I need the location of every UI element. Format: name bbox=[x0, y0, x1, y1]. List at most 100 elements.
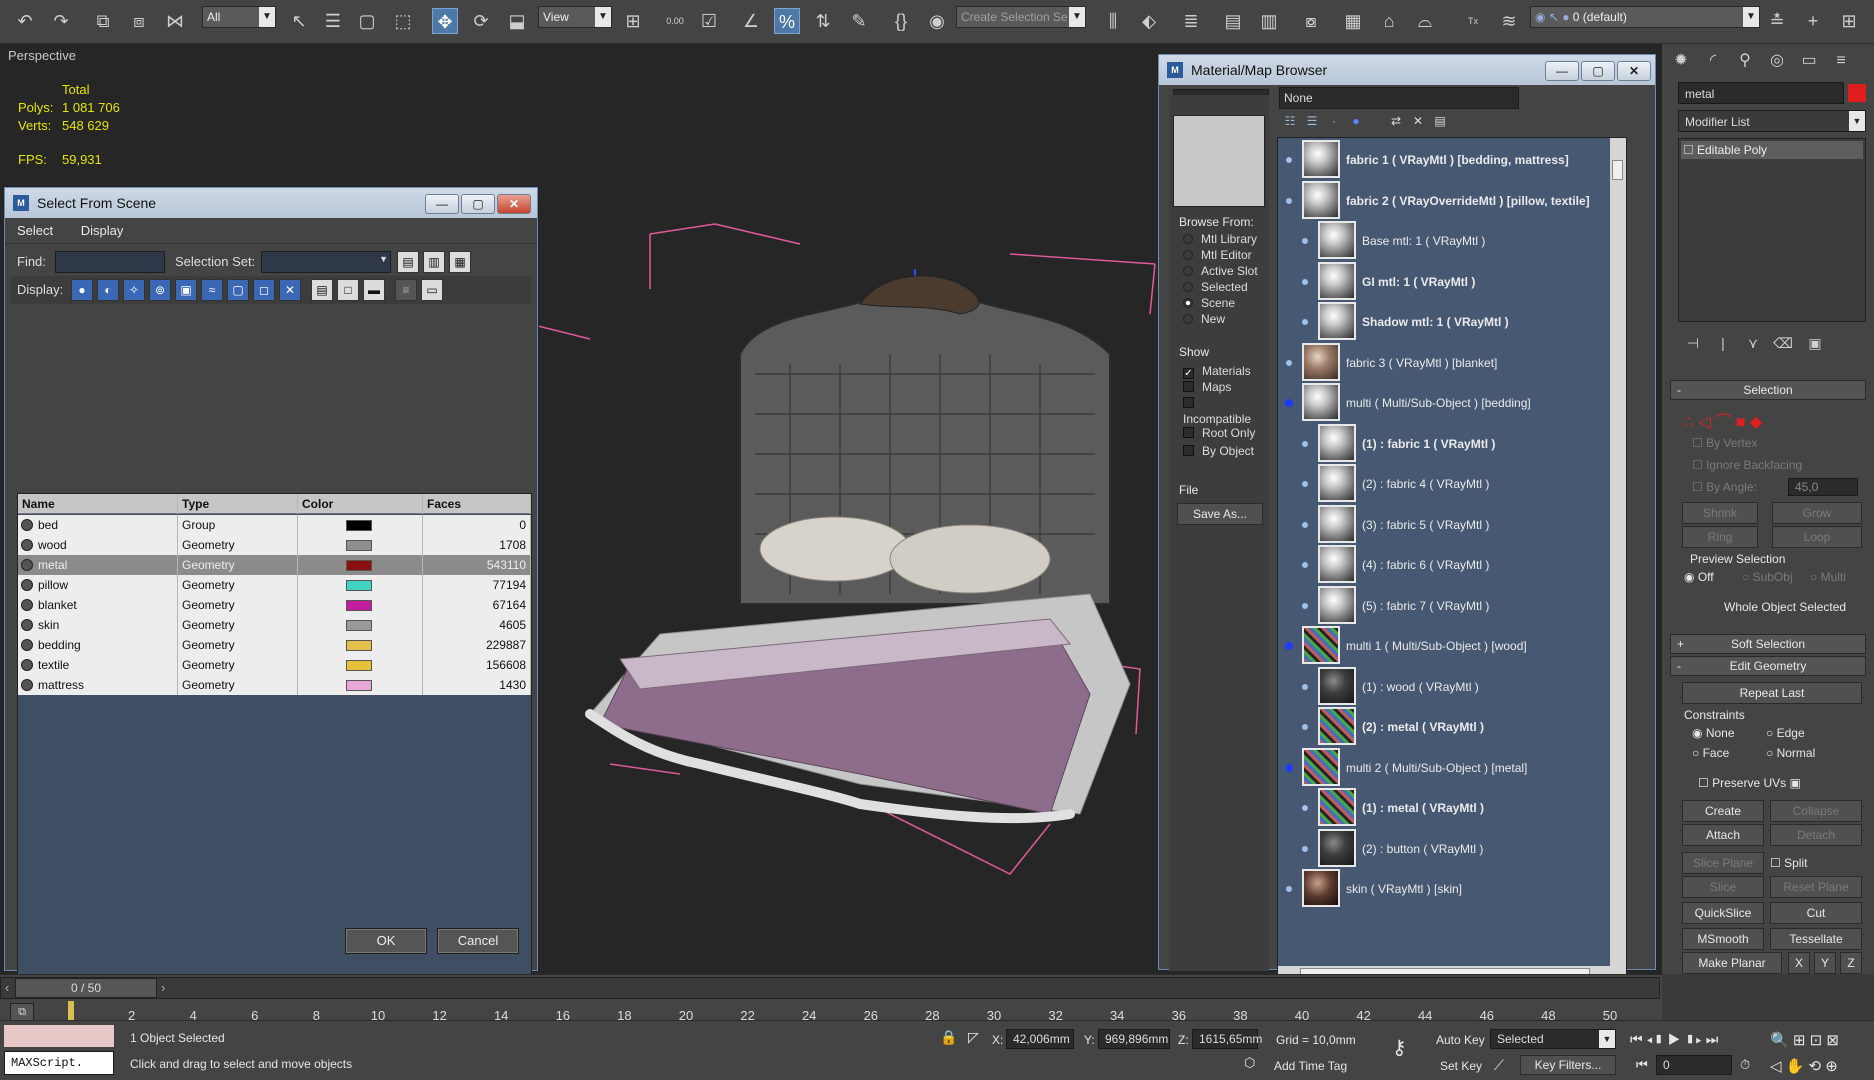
x-coordinate-field[interactable]: 42,006mm bbox=[1006, 1029, 1074, 1049]
angle-spinner[interactable]: 45,0 bbox=[1788, 478, 1858, 496]
modifier-list-dropdown[interactable]: Modifier List ▼ bbox=[1678, 110, 1866, 132]
split-checkbox[interactable]: ☐ Split bbox=[1770, 856, 1807, 870]
slice-button[interactable]: Slice bbox=[1682, 876, 1764, 898]
layers-icon[interactable]: ≋ bbox=[1496, 8, 1522, 34]
find-input[interactable] bbox=[55, 251, 165, 273]
timeline[interactable]: ‹ 0 / 50 › ⧉ 2 4 6 8 10 12 14 16 18 20 22 24 26 28 30 3… bbox=[0, 974, 1662, 1023]
link-icon[interactable]: ⧉ bbox=[90, 8, 116, 34]
soft-selection-rollout[interactable]: + Soft Selection bbox=[1670, 634, 1866, 654]
selection-filter-dropdown[interactable]: All ▼ bbox=[202, 6, 276, 28]
curve-editor-icon[interactable]: ▥ bbox=[1256, 8, 1282, 34]
create-button[interactable]: Create bbox=[1682, 800, 1764, 822]
reset-plane-button[interactable]: Reset Plane bbox=[1770, 876, 1862, 898]
pin-stack-icon[interactable]: ⊣ bbox=[1680, 330, 1706, 356]
constraint-none-radio[interactable]: ◉ None bbox=[1692, 726, 1735, 740]
material-editor-icon[interactable]: ▦ bbox=[1340, 8, 1366, 34]
selection-rollout[interactable]: - Selection bbox=[1670, 380, 1866, 400]
mirror-icon[interactable]: ⫼ bbox=[1100, 8, 1126, 34]
spinner-snap-icon[interactable]: ⇅ bbox=[810, 8, 836, 34]
isolate-icon[interactable]: ◉ bbox=[924, 8, 950, 34]
graphite-ribbon-icon[interactable]: ▤ bbox=[1220, 8, 1246, 34]
select-object-icon[interactable]: ↖ bbox=[286, 8, 312, 34]
browse-from-radio[interactable]: Mtl Editor bbox=[1183, 247, 1252, 263]
minimize-button[interactable]: — bbox=[1545, 61, 1579, 81]
bed-model[interactable] bbox=[530, 214, 1170, 914]
browser-titlebar[interactable]: M Material/Map Browser — ▢ ✕ bbox=[1159, 55, 1655, 85]
redo-icon[interactable]: ↷ bbox=[48, 8, 74, 34]
view-small-icons-icon[interactable]: · bbox=[1323, 111, 1345, 133]
dialog-titlebar[interactable]: M Select From Scene — ▢ ✕ bbox=[5, 188, 537, 218]
close-button[interactable]: ✕ bbox=[1617, 61, 1651, 81]
current-material-field[interactable]: None bbox=[1279, 87, 1519, 109]
edit-named-selection-icon[interactable]: ✎ bbox=[846, 8, 872, 34]
tessellate-button[interactable]: Tessellate bbox=[1770, 928, 1862, 950]
chevron-left-icon[interactable]: ‹ bbox=[5, 980, 9, 995]
make-planar-button[interactable]: Make Planar bbox=[1682, 952, 1782, 974]
maxscript-listener-top[interactable] bbox=[4, 1025, 114, 1047]
add-to-layer-icon[interactable]: ⊞ bbox=[1836, 8, 1862, 34]
ok-button[interactable]: OK bbox=[345, 928, 427, 954]
col-faces[interactable]: Faces bbox=[423, 494, 531, 514]
view-large-icons-icon[interactable]: ● bbox=[1345, 111, 1367, 133]
key-filters-button[interactable]: Key Filters... bbox=[1520, 1055, 1616, 1075]
browse-from-radio[interactable]: New bbox=[1183, 311, 1225, 327]
reference-coordinate-dropdown[interactable]: View ▼ bbox=[538, 6, 612, 28]
vertical-scrollbar[interactable] bbox=[1610, 138, 1626, 982]
viewport-navigation-controls[interactable]: 🔍 ⊞ ⊡ ⊠ bbox=[1770, 1031, 1839, 1049]
select-all-icon[interactable]: ▤ bbox=[397, 251, 419, 273]
constraint-normal-radio[interactable]: ○ Normal bbox=[1766, 746, 1815, 760]
grow-button[interactable]: Grow bbox=[1772, 502, 1862, 524]
attach-button[interactable]: Attach bbox=[1682, 824, 1764, 846]
display-helpers-icon[interactable]: ▣ bbox=[175, 279, 197, 301]
display-groups-icon[interactable]: ▢ bbox=[227, 279, 249, 301]
display-tab-icon[interactable]: ▭ bbox=[1796, 48, 1822, 74]
curly-braces-icon[interactable]: {} bbox=[888, 8, 914, 34]
show-checkbox[interactable]: Incompatible bbox=[1183, 395, 1269, 426]
display-xrefs-icon[interactable]: ◻ bbox=[253, 279, 275, 301]
lock-icon[interactable]: 🔒 bbox=[940, 1029, 957, 1046]
pivot-center-icon[interactable]: ⊞ bbox=[620, 8, 646, 34]
chevron-right-icon[interactable]: › bbox=[161, 980, 165, 995]
browse-from-radio[interactable]: Scene bbox=[1183, 295, 1235, 311]
window-crossing-icon[interactable]: ⬚ bbox=[390, 8, 416, 34]
playback-controls[interactable]: ⏮ ◂▮ ▶ ▮▸ ⏭ bbox=[1630, 1031, 1718, 1048]
options-icon[interactable]: ▭ bbox=[421, 279, 443, 301]
msmooth-button[interactable]: MSmooth bbox=[1682, 928, 1764, 950]
display-shapes-icon[interactable]: ◐ bbox=[97, 279, 119, 301]
time-slider[interactable]: ‹ 0 / 50 › bbox=[0, 977, 1660, 999]
time-tag-icon[interactable]: ⬡ bbox=[1244, 1055, 1255, 1071]
create-tab-icon[interactable]: ✹ bbox=[1668, 48, 1694, 74]
display-none-icon[interactable]: □ bbox=[337, 279, 359, 301]
texttools-icon[interactable]: Tx bbox=[1460, 8, 1486, 34]
maximize-button[interactable]: ▢ bbox=[461, 194, 495, 214]
layer-tools-icon[interactable]: ≛ bbox=[1764, 8, 1790, 34]
frame-counter[interactable]: 0 / 50 bbox=[15, 978, 157, 998]
display-geometry-icon[interactable]: ● bbox=[71, 279, 93, 301]
repeat-last-button[interactable]: Repeat Last bbox=[1682, 682, 1862, 704]
named-selection-dropdown[interactable]: Create Selection Se ▼ bbox=[956, 6, 1086, 28]
percent-snap-icon[interactable]: % bbox=[774, 8, 800, 34]
y-coordinate-field[interactable]: 969,896mm bbox=[1098, 1029, 1170, 1049]
display-spacewarps-icon[interactable]: ≈ bbox=[201, 279, 223, 301]
planar-z-button[interactable]: Z bbox=[1840, 952, 1862, 974]
browse-from-radio[interactable]: Mtl Library bbox=[1183, 231, 1257, 247]
preview-subobj-radio[interactable]: ○ SubObj bbox=[1742, 570, 1793, 584]
snaps-toggle-icon[interactable]: ☑ bbox=[696, 8, 722, 34]
by-object-checkbox[interactable]: By Object bbox=[1183, 443, 1254, 459]
table-row[interactable]: bedding Geometry 229887 bbox=[18, 635, 531, 655]
table-row[interactable]: metal Geometry 543110 bbox=[18, 555, 531, 575]
menu-select[interactable]: Select bbox=[5, 218, 65, 244]
render-frame-icon[interactable]: ⌓ bbox=[1412, 8, 1438, 34]
view-list-icon[interactable]: ☷ bbox=[1279, 111, 1301, 133]
auto-key-button[interactable]: Auto Key bbox=[1436, 1033, 1485, 1047]
preview-off-radio[interactable]: ◉ Off bbox=[1684, 570, 1714, 584]
angle-snap-icon[interactable]: ∠ bbox=[738, 8, 764, 34]
preserve-uvs-checkbox[interactable]: ☐ Preserve UVs ▣ bbox=[1698, 776, 1801, 790]
show-checkbox[interactable]: ✓ Materials bbox=[1183, 363, 1251, 379]
table-row[interactable]: blanket Geometry 67164 bbox=[18, 595, 531, 615]
show-end-result-icon[interactable]: | bbox=[1710, 330, 1736, 356]
set-key-button[interactable]: Set Key bbox=[1440, 1059, 1482, 1073]
slice-plane-button[interactable]: Slice Plane bbox=[1682, 852, 1764, 874]
layer-manager-icon[interactable]: ≣ bbox=[1178, 8, 1204, 34]
close-button[interactable]: ✕ bbox=[497, 194, 531, 214]
